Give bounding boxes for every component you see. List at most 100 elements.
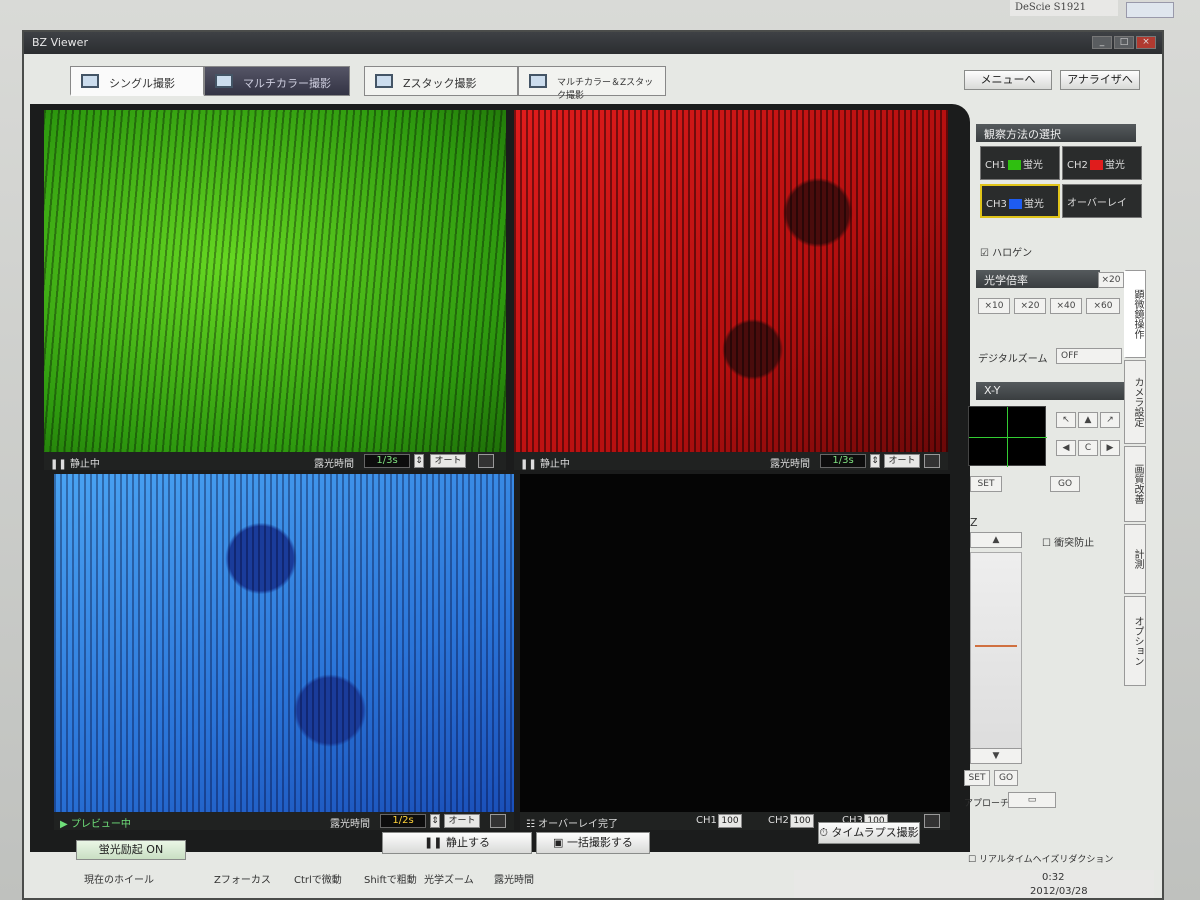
overlay-image: [520, 474, 950, 812]
vtab-image-quality[interactable]: 画質改善: [1124, 446, 1146, 522]
z-up-button[interactable]: ▲: [970, 532, 1022, 548]
ch2-auto-button[interactable]: オート: [884, 454, 920, 468]
digital-zoom-select[interactable]: OFF: [1056, 348, 1122, 364]
xy-go-button[interactable]: GO: [1050, 476, 1080, 492]
minimize-button[interactable]: _: [1092, 36, 1112, 49]
status-shift: Shiftで粗動: [364, 875, 417, 886]
overlay-ch2-value[interactable]: 100: [790, 814, 814, 828]
analyzer-button[interactable]: アナライザへ: [1060, 70, 1140, 90]
arrow-left-icon[interactable]: ◀: [1056, 440, 1076, 456]
ch2-exposure-spinner[interactable]: ⇕: [870, 454, 880, 468]
ch1-status: ❚❚ 静止中: [50, 459, 100, 470]
mag-button-10[interactable]: ×10: [978, 298, 1010, 314]
arrow-right-icon[interactable]: ▶: [1100, 440, 1120, 456]
ch3-exposure-field[interactable]: 1/2s: [380, 814, 426, 828]
maximize-button[interactable]: □: [1114, 36, 1134, 49]
realtime-haze-checkbox[interactable]: ☐ リアルタイムヘイズリダクション: [968, 852, 1113, 865]
monitor-logo: [1126, 2, 1174, 18]
status-optical-zoom[interactable]: 光学ズーム: [424, 871, 474, 886]
fluorescence-excitation-button[interactable]: 蛍光励起 ON: [76, 840, 186, 860]
screen: BZ Viewer _ □ × シングル撮影 マルチカラー撮影 Zスタック撮影 …: [22, 30, 1164, 900]
z-slider-marker: [975, 645, 1017, 647]
vtab-camera[interactable]: カメラ設定: [1124, 360, 1146, 444]
camera-icon: [81, 74, 99, 88]
ch1-exposure-spinner[interactable]: ⇕: [414, 454, 424, 468]
vtab-microscope[interactable]: 顕微鏡操作: [1124, 270, 1146, 358]
overlay-ch1-label: CH1: [696, 815, 717, 826]
mag-button-40[interactable]: ×40: [1050, 298, 1082, 314]
window-titlebar: BZ Viewer _ □ ×: [24, 32, 1162, 54]
ch3-method-button[interactable]: CH3 蛍光: [980, 184, 1060, 218]
ch3-status: ▶ プレビュー中: [60, 819, 131, 830]
mode-tabs: シングル撮影 マルチカラー撮影 Zスタック撮影 マルチカラー＆Zスタック撮影 メ…: [30, 62, 1160, 101]
ch1-auto-button[interactable]: オート: [430, 454, 466, 468]
mag-button-20[interactable]: ×20: [1014, 298, 1046, 314]
pane-ch1[interactable]: ❚❚ 静止中 露光時間 1/3s ⇕ オート: [44, 110, 506, 470]
overlay-method-button[interactable]: オーバーレイ: [1062, 184, 1142, 218]
monitor-brand: DeScie S1921: [1010, 0, 1118, 16]
ch1-exposure-label: 露光時間: [314, 459, 354, 470]
ch1-method-button[interactable]: CH1 蛍光: [980, 146, 1060, 180]
status-wheel: 現在のホイール: [84, 875, 154, 886]
arrow-upright-icon[interactable]: ↗: [1100, 412, 1120, 428]
zstack-icon: [375, 74, 393, 88]
z-title: Z: [970, 516, 978, 529]
halogen-checkbox[interactable]: ☑ ハロゲン: [980, 244, 1032, 259]
ch3-exposure-label: 露光時間: [330, 819, 370, 830]
overlay-fullscreen-icon[interactable]: [924, 814, 940, 828]
system-tray: 0:32 2012/03/28: [794, 870, 1154, 898]
ch2-method-button[interactable]: CH2 蛍光: [1062, 146, 1142, 180]
ch1-fullscreen-icon[interactable]: [478, 454, 494, 468]
ch2-swatch: [1089, 160, 1103, 170]
magnification-title: 光学倍率: [976, 270, 1100, 288]
arrow-upleft-icon[interactable]: ↖: [1056, 412, 1076, 428]
timelapse-button[interactable]: ⏱ タイムラプス撮影: [818, 822, 920, 844]
menu-button[interactable]: メニューへ: [964, 70, 1052, 90]
close-button[interactable]: ×: [1136, 36, 1156, 49]
method-section-title: 観察方法の選択: [976, 124, 1136, 142]
pane-ch2[interactable]: ❚❚ 静止中 露光時間 1/3s ⇕ オート: [514, 110, 948, 470]
ch3-exposure-spinner[interactable]: ⇕: [430, 814, 440, 828]
overlay-ch2-label: CH2: [768, 815, 789, 826]
vtab-measure[interactable]: 計測: [1124, 524, 1146, 594]
ch1-image: [44, 110, 506, 452]
ch2-toolbar: ❚❚ 静止中 露光時間 1/3s ⇕ オート: [514, 452, 948, 470]
vtab-options[interactable]: オプション: [1124, 596, 1146, 686]
mag-button-60[interactable]: ×60: [1086, 298, 1120, 314]
pane-ch3[interactable]: ▶ プレビュー中 露光時間 1/2s ⇕ オート: [54, 474, 514, 830]
status-ctrl: Ctrlで微動: [294, 875, 342, 886]
z-set-button[interactable]: SET: [964, 770, 990, 786]
ch3-swatch: [1008, 199, 1022, 209]
ch3-toolbar: ▶ プレビュー中 露光時間 1/2s ⇕ オート: [54, 812, 514, 830]
tab-label: マルチカラー撮影: [243, 77, 331, 90]
xy-title: X-Y: [976, 382, 1136, 400]
approach-button[interactable]: ▭: [1008, 792, 1056, 808]
vertical-tabs: 顕微鏡操作 カメラ設定 画質改善 計測 オプション: [1124, 270, 1162, 790]
tab-zstack[interactable]: Zスタック撮影: [364, 66, 518, 96]
xy-crosshair-v: [1007, 407, 1008, 467]
ch2-fullscreen-icon[interactable]: [924, 454, 940, 468]
multicolor-icon: [215, 74, 233, 88]
stop-button[interactable]: ❚❚ 静止する: [382, 832, 532, 854]
overlay-ch1-value[interactable]: 100: [718, 814, 742, 828]
arrow-up-icon[interactable]: ▲: [1078, 412, 1098, 428]
status-exposure[interactable]: 露光時間: [494, 871, 534, 886]
z-down-button[interactable]: ▼: [970, 748, 1022, 764]
tab-multicolor[interactable]: マルチカラー撮影: [204, 66, 350, 96]
center-icon[interactable]: C: [1078, 440, 1098, 456]
tab-single[interactable]: シングル撮影: [70, 66, 204, 96]
ch3-auto-button[interactable]: オート: [444, 814, 480, 828]
tab-multicolor-zstack[interactable]: マルチカラー＆Zスタック撮影: [518, 66, 666, 101]
collision-checkbox[interactable]: ☐ 衝突防止: [1042, 534, 1094, 549]
ch2-exposure-label: 露光時間: [770, 459, 810, 470]
status-zfocus[interactable]: Zフォーカス: [214, 871, 271, 886]
ch2-exposure-field[interactable]: 1/3s: [820, 454, 866, 468]
ch1-exposure-field[interactable]: 1/3s: [364, 454, 410, 468]
xy-position-view[interactable]: [968, 406, 1047, 467]
ch3-fullscreen-icon[interactable]: [490, 814, 506, 828]
z-slider[interactable]: [970, 552, 1022, 752]
pane-overlay[interactable]: ☷ オーバーレイ完了 CH1 100 CH2 100 CH3 100: [520, 474, 950, 830]
xy-set-button[interactable]: SET: [970, 476, 1002, 492]
z-go-button[interactable]: GO: [994, 770, 1018, 786]
batch-capture-button[interactable]: ▣ 一括撮影する: [536, 832, 650, 854]
